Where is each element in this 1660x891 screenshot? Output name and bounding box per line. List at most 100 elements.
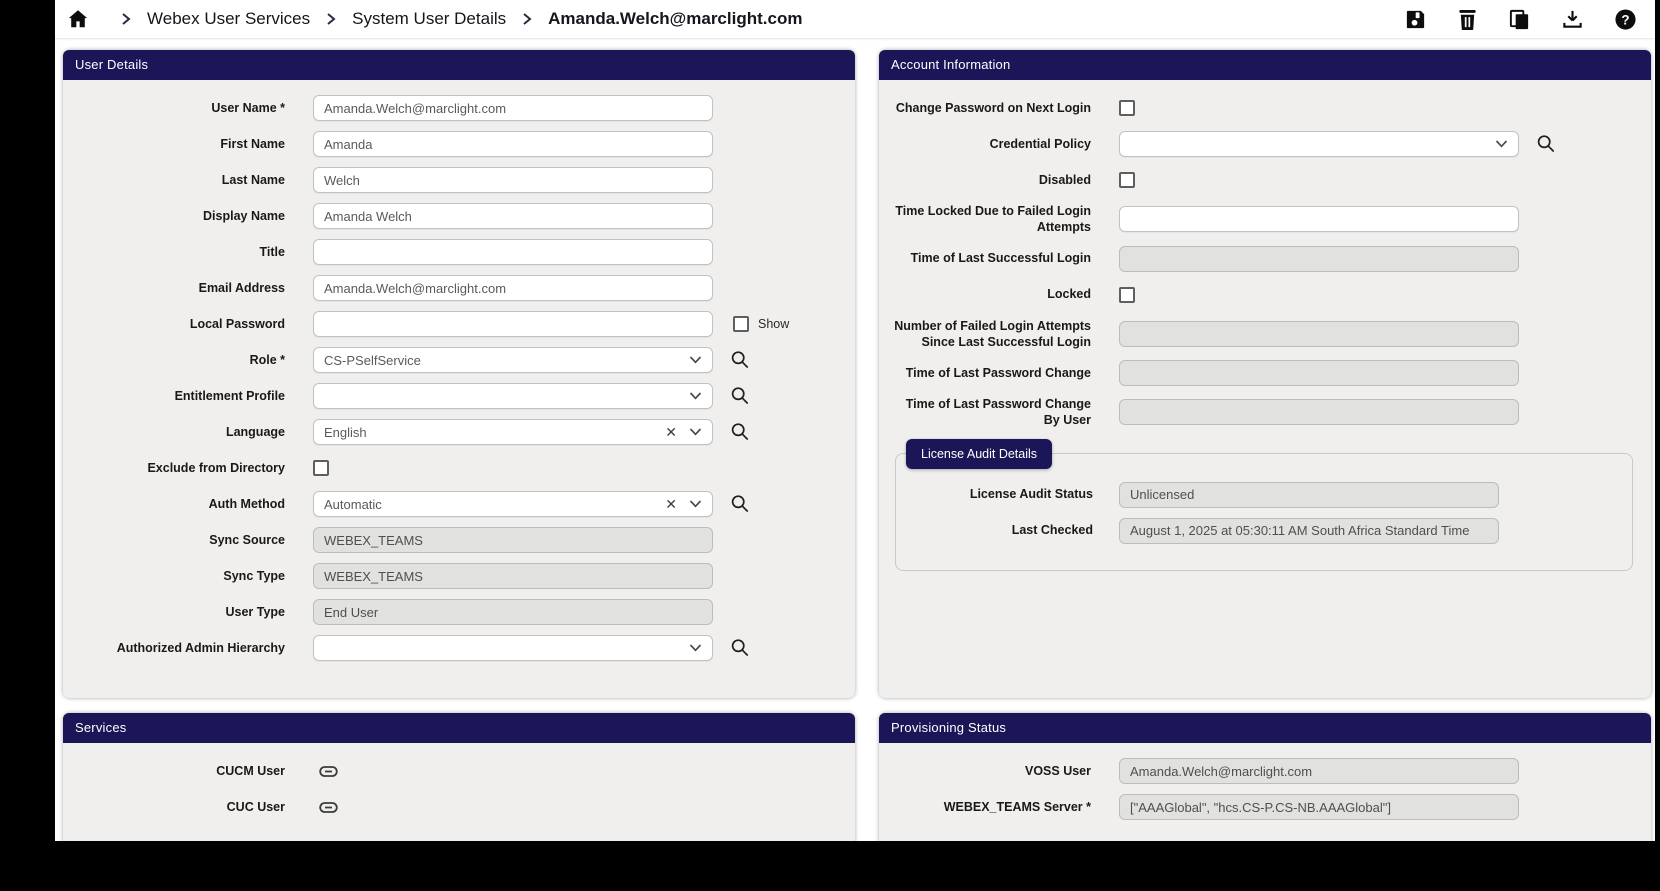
field-control-exclude-from-directory bbox=[313, 460, 329, 476]
field-label-number-of-failed-login-attempts-since-last-successful-login: Number of Failed Login Attempts Since La… bbox=[894, 318, 1091, 349]
clone-button[interactable] bbox=[1508, 8, 1531, 31]
field-control-sync-type: WEBEX_TEAMS bbox=[313, 563, 713, 589]
text-input-email-address[interactable]: Amanda.Welch@marclight.com bbox=[313, 275, 713, 301]
readonly-field-time-of-last-successful-login bbox=[1119, 245, 1519, 272]
field-control-number-of-failed-login-attempts-since-last-successful-login bbox=[1119, 320, 1519, 347]
linked-record-icon[interactable] bbox=[319, 765, 338, 778]
readonly-field-user-type: End User bbox=[313, 599, 713, 625]
field-control-disabled bbox=[1119, 172, 1135, 188]
text-input-title[interactable] bbox=[313, 239, 713, 265]
field-control-license-audit-status: Unlicensed bbox=[1119, 481, 1499, 508]
help-button[interactable]: ? bbox=[1614, 8, 1637, 31]
field-label-credential-policy: Credential Policy bbox=[989, 136, 1091, 151]
search-icon[interactable] bbox=[1535, 133, 1557, 155]
text-input-first-name[interactable]: Amanda bbox=[313, 131, 713, 157]
search-icon[interactable] bbox=[729, 349, 751, 371]
field-control-user-type: End User bbox=[313, 599, 713, 625]
field-label-exclude-from-directory: Exclude from Directory bbox=[147, 460, 285, 475]
field-row-change-password-on-next-login: Change Password on Next Login bbox=[891, 95, 1639, 121]
action-toolbar: ? bbox=[1404, 8, 1637, 31]
field-label-user-type: User Type bbox=[225, 604, 285, 619]
panel-title: Services bbox=[63, 713, 855, 743]
field-row-title: Title bbox=[75, 239, 843, 265]
field-row-voss-user: VOSS User Amanda.Welch@marclight.com bbox=[891, 758, 1639, 784]
chevron-down-icon bbox=[689, 428, 702, 436]
field-control-local-password: Show bbox=[313, 311, 789, 337]
field-value: ["AAAGlobal", "hcs.CS-P.CS-NB.AAAGlobal"… bbox=[1130, 799, 1391, 815]
field-control-time-of-last-successful-login bbox=[1119, 245, 1519, 272]
field-row-sync-type: Sync Type WEBEX_TEAMS bbox=[75, 563, 843, 589]
select-input-credential-policy[interactable] bbox=[1119, 131, 1519, 157]
search-icon[interactable] bbox=[729, 637, 751, 659]
svg-text:?: ? bbox=[1621, 12, 1629, 27]
checkbox-exclude-from-directory[interactable] bbox=[313, 460, 329, 476]
chevron-down-icon bbox=[689, 392, 702, 400]
panel-services: Services CUCM User CUC User bbox=[63, 713, 855, 841]
field-row-webex-teams-server: WEBEX_TEAMS Server * ["AAAGlobal", "hcs.C… bbox=[891, 794, 1639, 820]
field-value: Amanda.Welch@marclight.com bbox=[324, 100, 507, 116]
field-label-email-address: Email Address bbox=[198, 280, 285, 295]
save-button[interactable] bbox=[1404, 8, 1427, 31]
select-input-auth-method[interactable]: Automatic ✕ bbox=[313, 491, 713, 517]
field-label-cucm-user: CUCM User bbox=[216, 763, 285, 778]
show-password-label: Show bbox=[758, 317, 790, 331]
text-input-display-name[interactable]: Amanda Welch bbox=[313, 203, 713, 229]
field-control-auth-method: Automatic ✕ bbox=[313, 491, 751, 517]
readonly-field-last-checked: August 1, 2025 at 05:30:11 AM South Afri… bbox=[1119, 517, 1499, 544]
search-icon[interactable] bbox=[729, 421, 751, 443]
select-input-entitlement-profile[interactable] bbox=[313, 383, 713, 409]
field-label-last-name: Last Name bbox=[221, 172, 285, 187]
field-row-role: Role * CS-PSelfService bbox=[75, 347, 843, 373]
field-control-voss-user: Amanda.Welch@marclight.com bbox=[1119, 758, 1519, 784]
breadcrumb-item[interactable]: System User Details bbox=[352, 9, 506, 29]
search-icon[interactable] bbox=[729, 385, 751, 407]
readonly-field-sync-source: WEBEX_TEAMS bbox=[313, 527, 713, 553]
field-row-sync-source: Sync Source WEBEX_TEAMS bbox=[75, 527, 843, 553]
field-label-sync-source: Sync Source bbox=[209, 532, 285, 547]
field-label-local-password: Local Password bbox=[189, 316, 285, 331]
field-row-time-of-last-password-change: Time of Last Password Change bbox=[891, 360, 1639, 386]
text-input-time-locked-due-to-failed-login-attempts[interactable] bbox=[1119, 206, 1519, 233]
export-button[interactable] bbox=[1561, 8, 1584, 31]
breadcrumb-item[interactable]: Webex User Services bbox=[147, 9, 310, 29]
field-label-license-audit-status: License Audit Status bbox=[969, 487, 1093, 502]
field-row-user-name: User Name * Amanda.Welch@marclight.com bbox=[75, 95, 843, 121]
checkbox-locked[interactable] bbox=[1119, 286, 1135, 303]
field-label-entitlement-profile: Entitlement Profile bbox=[174, 388, 285, 403]
checkbox-disabled[interactable] bbox=[1119, 172, 1135, 188]
field-value: WEBEX_TEAMS bbox=[324, 568, 423, 584]
checkbox-change-password-on-next-login[interactable] bbox=[1119, 100, 1135, 116]
delete-button[interactable] bbox=[1457, 8, 1478, 31]
field-label-voss-user: VOSS User bbox=[1024, 763, 1091, 778]
show-password-checkbox[interactable] bbox=[733, 316, 749, 332]
select-input-authorized-admin-hierarchy[interactable] bbox=[313, 635, 713, 661]
field-value: August 1, 2025 at 05:30:11 AM South Afri… bbox=[1130, 523, 1470, 538]
field-row-authorized-admin-hierarchy: Authorized Admin Hierarchy bbox=[75, 635, 843, 661]
search-icon[interactable] bbox=[729, 493, 751, 515]
field-row-number-of-failed-login-attempts-since-last-successful-login: Number of Failed Login Attempts Since La… bbox=[891, 318, 1639, 351]
field-control-time-locked-due-to-failed-login-attempts bbox=[1119, 206, 1519, 233]
field-value: WEBEX_TEAMS bbox=[324, 532, 423, 548]
field-label-auth-method: Auth Method bbox=[208, 496, 285, 511]
linked-record-icon[interactable] bbox=[319, 801, 338, 814]
clear-icon[interactable]: ✕ bbox=[665, 497, 677, 511]
field-control-time-of-last-password-change-by-user bbox=[1119, 399, 1519, 426]
field-label-title: Title bbox=[259, 244, 285, 259]
select-input-language[interactable]: English ✕ bbox=[313, 419, 713, 445]
field-label-time-of-last-successful-login: Time of Last Successful Login bbox=[910, 251, 1091, 266]
field-row-disabled: Disabled bbox=[891, 167, 1639, 193]
selected-value: Automatic bbox=[324, 496, 382, 512]
field-label-role: Role * bbox=[249, 352, 285, 367]
field-row-time-locked-due-to-failed-login-attempts: Time Locked Due to Failed Login Attempts bbox=[891, 203, 1639, 236]
field-row-first-name: First Name Amanda bbox=[75, 131, 843, 157]
field-label-webex-teams-server: WEBEX_TEAMS Server * bbox=[943, 799, 1091, 814]
text-input-last-name[interactable]: Welch bbox=[313, 167, 713, 193]
text-input-user-name[interactable]: Amanda.Welch@marclight.com bbox=[313, 95, 713, 121]
clear-icon[interactable]: ✕ bbox=[665, 425, 677, 439]
select-input-role[interactable]: CS-PSelfService bbox=[313, 347, 713, 373]
home-icon[interactable] bbox=[67, 8, 89, 30]
readonly-field-voss-user: Amanda.Welch@marclight.com bbox=[1119, 758, 1519, 784]
text-input-local-password[interactable] bbox=[313, 311, 713, 337]
field-control-language: English ✕ bbox=[313, 419, 751, 445]
field-control-locked bbox=[1119, 286, 1135, 303]
